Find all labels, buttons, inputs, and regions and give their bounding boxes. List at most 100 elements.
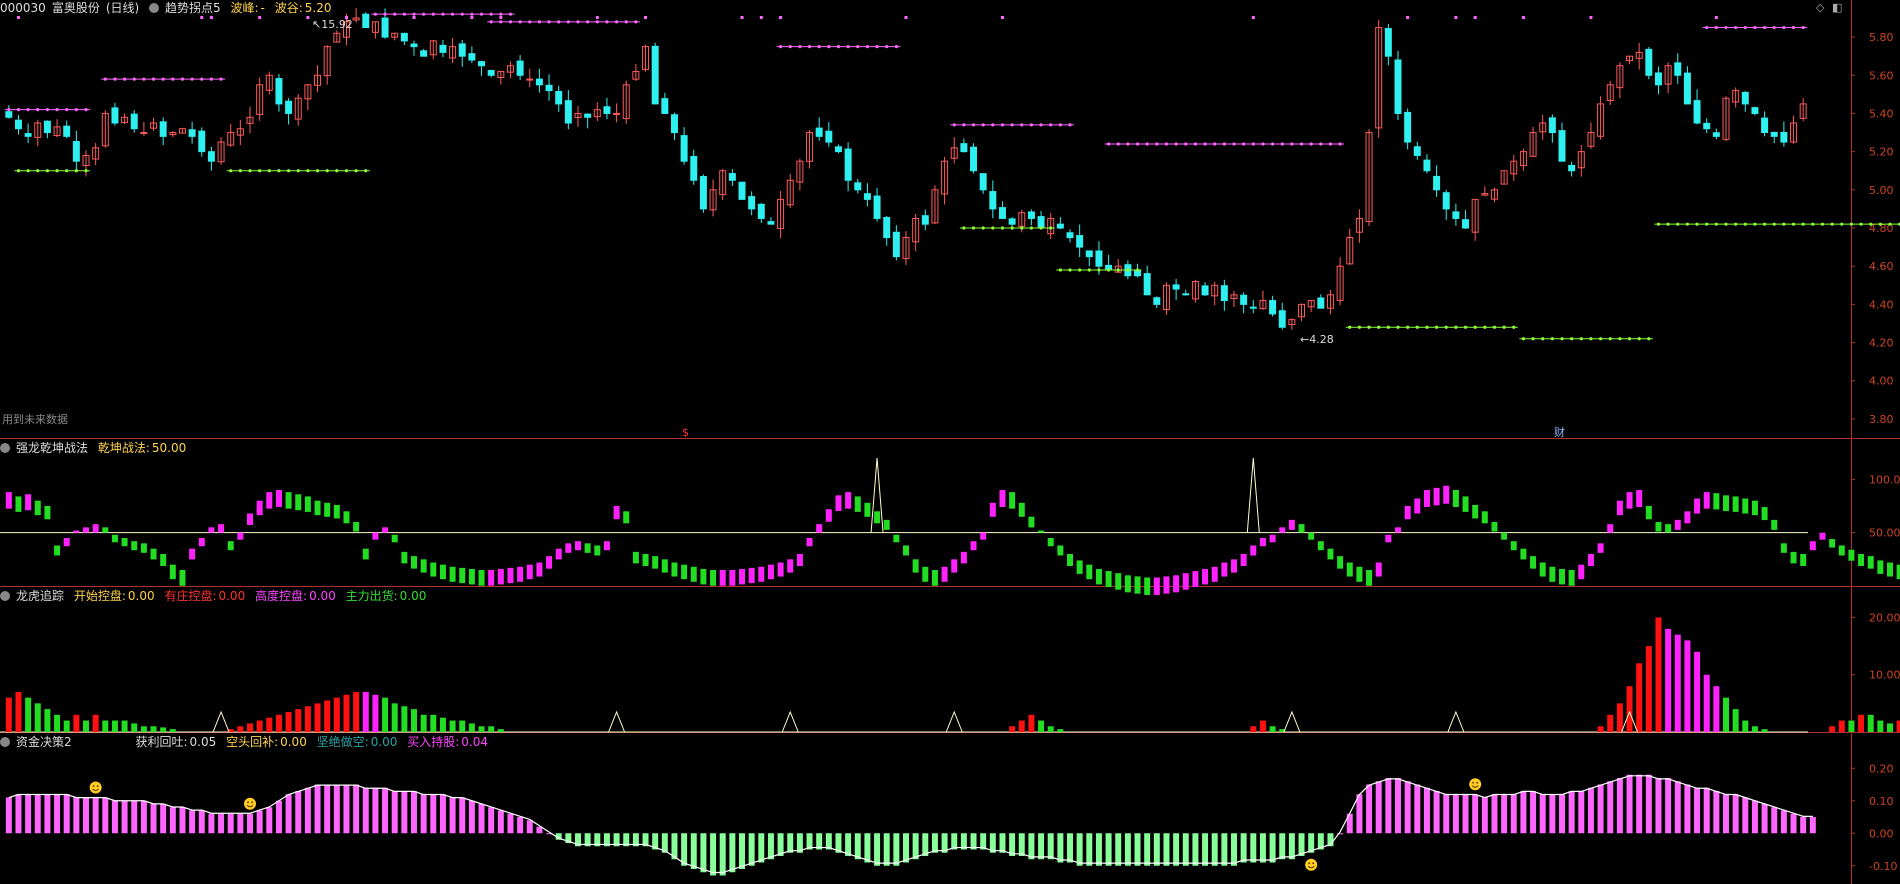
candle-body xyxy=(207,151,215,162)
support-level-dot xyxy=(1434,325,1439,329)
p3-triangle-4 xyxy=(1283,710,1301,733)
diamond-icon[interactable]: ◇ xyxy=(1816,1,1824,14)
price-tick-label-9: 4.00 xyxy=(1869,375,1894,388)
panel3-toggle-icon[interactable] xyxy=(0,591,10,601)
p4-bar xyxy=(362,787,369,834)
resistance-level-dot xyxy=(1782,25,1786,30)
p2-bar xyxy=(333,504,340,519)
panel4-name: 资金决策2 xyxy=(16,735,72,749)
p2-bar xyxy=(1481,511,1488,524)
p4-bar xyxy=(931,833,938,853)
resistance-level-dot xyxy=(1174,142,1178,146)
candle-body xyxy=(1558,130,1566,162)
panel-toggle-icon[interactable]: ◧ xyxy=(1832,1,1842,14)
p2-bar xyxy=(1848,549,1855,561)
p2-bar xyxy=(189,548,196,560)
p3-tick-label-1: 10.00 xyxy=(1869,669,1900,682)
p4-bar xyxy=(1366,784,1373,834)
support-level-dot xyxy=(1444,325,1448,329)
panel4-toggle-icon[interactable] xyxy=(0,737,10,747)
support-level-dot xyxy=(1483,325,1487,329)
p2-bar xyxy=(1105,571,1112,588)
p4-bar xyxy=(1115,833,1122,866)
candle-body xyxy=(970,146,978,172)
candle-body xyxy=(410,43,418,48)
resistance-level-dot xyxy=(875,45,879,49)
p4-bar xyxy=(1694,787,1701,834)
p2-bar xyxy=(1655,522,1662,532)
panel3-f1-label: 开始控盘: xyxy=(73,589,126,603)
resistance-level-dot xyxy=(142,77,146,81)
panel2-toggle-icon[interactable] xyxy=(0,443,10,453)
candle-body xyxy=(1027,211,1035,219)
resistance-level-dot xyxy=(1251,142,1255,146)
p4-bar xyxy=(227,813,234,834)
future-data-note: 用到未来数据 xyxy=(2,412,68,426)
support-level-dot xyxy=(1078,268,1082,272)
resistance-level-dot xyxy=(1155,142,1159,146)
resistance-level-dot xyxy=(508,12,513,16)
p4-bar xyxy=(1221,833,1228,866)
p2-bar xyxy=(34,500,41,516)
indicator-toggle-icon[interactable] xyxy=(149,3,160,13)
p4-bar xyxy=(44,794,51,834)
support-level-dot xyxy=(1859,222,1863,226)
p4-bar xyxy=(1771,807,1778,834)
p4-bars xyxy=(5,774,1816,876)
p2-bar xyxy=(247,513,253,525)
p2-bar xyxy=(632,551,639,564)
p4-bar xyxy=(285,794,292,834)
candle-body xyxy=(728,173,736,181)
resistance-level-dot xyxy=(605,20,609,24)
candle-body xyxy=(1693,100,1701,124)
p4-bar xyxy=(1288,833,1295,860)
resistance-level-dot xyxy=(161,77,165,81)
support-level-dot xyxy=(74,169,78,173)
p2-bar xyxy=(1472,504,1479,519)
candle-body xyxy=(1770,131,1778,137)
signal-dot xyxy=(595,16,599,19)
p2-bar xyxy=(1742,498,1749,514)
p2-bar xyxy=(1867,556,1874,569)
p3-bar xyxy=(1655,617,1662,732)
candle-body xyxy=(1442,192,1450,210)
candle-body xyxy=(767,221,775,225)
p2-bar xyxy=(758,566,765,582)
p2-bar xyxy=(989,502,996,517)
candle-body xyxy=(873,195,881,219)
p2-bar xyxy=(816,524,823,533)
p2-bar xyxy=(1694,498,1701,514)
p3-bar xyxy=(1732,709,1739,732)
support-level-dot xyxy=(55,169,59,173)
p4-bar xyxy=(1105,833,1112,866)
support-level-dot xyxy=(1521,337,1526,341)
p2-bar xyxy=(806,538,813,547)
p3-bar xyxy=(382,697,389,732)
resistance-level-dot xyxy=(1319,142,1323,146)
price-tick-label-8: 4.20 xyxy=(1869,337,1894,350)
p3-bar xyxy=(1645,646,1652,732)
p4-bar xyxy=(5,797,12,834)
p4-bar xyxy=(1809,817,1816,834)
candle-body xyxy=(883,216,891,239)
p2-bar xyxy=(63,538,70,547)
p2-bar xyxy=(1182,573,1189,590)
p2-bar xyxy=(218,524,225,533)
p4-tick-label-3: -0.10 xyxy=(1869,860,1897,873)
p3-bar xyxy=(1250,726,1257,732)
p4-bar xyxy=(73,797,80,834)
resistance-level-dot xyxy=(393,12,397,16)
p2-bar xyxy=(1269,534,1276,543)
p4-bar xyxy=(517,817,524,834)
candle-body xyxy=(1741,91,1749,105)
support-level-dot xyxy=(1869,222,1873,226)
support-level-dot xyxy=(45,169,50,173)
p3-bar xyxy=(391,703,398,732)
p2-bar xyxy=(999,490,1006,507)
candle-body xyxy=(439,44,447,53)
price-tick-label-1: 5.60 xyxy=(1869,69,1894,82)
p4-bar xyxy=(1269,833,1276,863)
resistance-level-dot xyxy=(489,20,493,24)
p2-bars xyxy=(0,457,1900,595)
p2-bar xyxy=(652,556,659,569)
